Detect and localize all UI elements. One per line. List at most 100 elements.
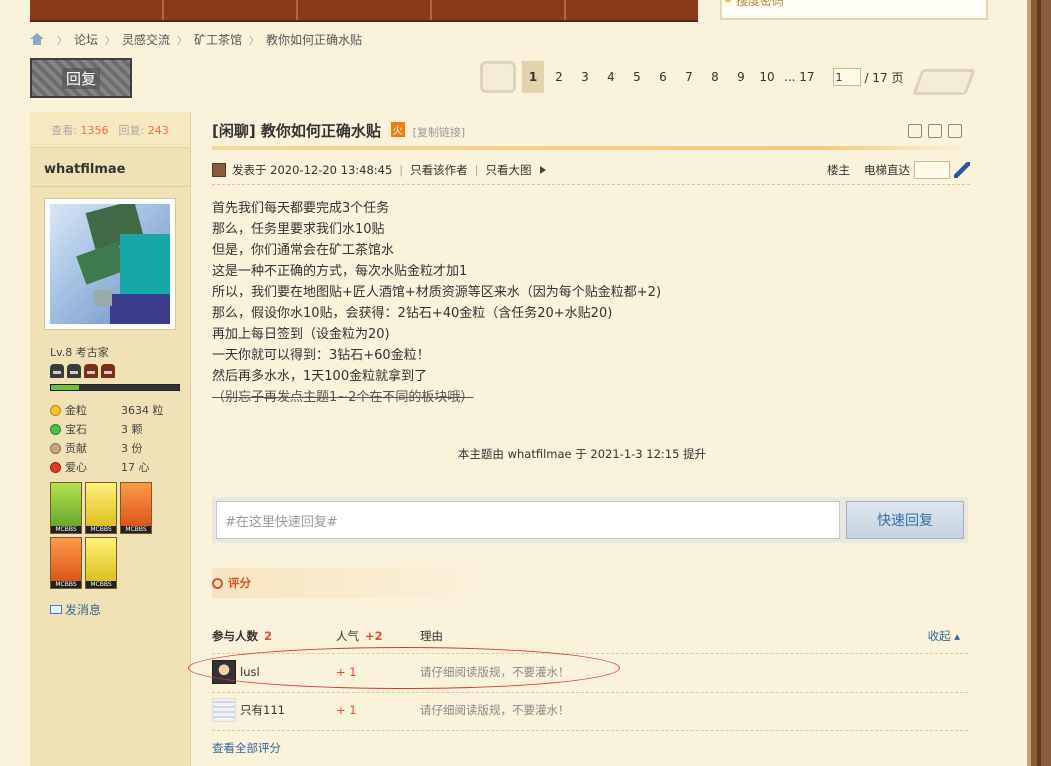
user-level[interactable]: Lv.8 考古家 (50, 344, 109, 360)
home-icon[interactable] (30, 33, 44, 45)
rank-icons (50, 364, 115, 378)
thread-title-row: [闲聊] 教你如何正确水贴 火 [复制链接] (212, 120, 970, 148)
avatar[interactable] (44, 198, 176, 330)
page-link[interactable]: 5 (626, 61, 648, 93)
big-image-link[interactable]: 只看大图 (486, 162, 532, 178)
replies-label: 回复: (118, 123, 145, 137)
send-message-link[interactable]: 发消息 (50, 601, 101, 618)
credit-label: 宝石 (65, 423, 87, 436)
nav-tab-5[interactable] (566, 0, 698, 20)
rating-divider (212, 730, 968, 731)
page-frame-right (1027, 0, 1051, 766)
rating-divider (212, 692, 968, 693)
collapse-rating-link[interactable]: 收起 ▴ (928, 628, 960, 644)
post-meta: 发表于 2020-12-20 13:48:45 | 只看该作者 | 只看大图 楼… (212, 158, 970, 182)
replies-stat: 回复: 243 (119, 122, 169, 138)
page-back-icon[interactable] (480, 61, 516, 93)
rater-name[interactable]: 只有111 (240, 702, 336, 718)
credit-value: 3 颗 (121, 423, 143, 436)
breadcrumb-inspiration[interactable]: 灵感交流 (122, 31, 170, 48)
contribution-icon (50, 442, 61, 454)
participants-label: 参与人数 (212, 629, 258, 643)
page-link[interactable]: 6 (652, 61, 674, 93)
page-link[interactable]: 2 (548, 61, 570, 93)
previous-thread-icon[interactable] (928, 124, 942, 138)
title-underline (212, 146, 970, 150)
title-tools (908, 124, 962, 138)
user-status-icon (212, 163, 226, 177)
meta-right: 楼主 电梯直达 (827, 158, 970, 182)
jump-label: 电梯直达 (864, 163, 910, 177)
rater-avatar[interactable] (212, 698, 236, 722)
medal[interactable]: MCBBS (120, 482, 152, 534)
rating-columns: 参与人数 2 人气 +2 理由 收起 ▴ (212, 628, 968, 648)
credit-label: 贡献 (65, 442, 87, 455)
bump-note: 本主题由 whatfilmae 于 2021-1-3 12:15 提升 (457, 447, 707, 461)
post-line: 再加上每日签到（设金粒为20) (212, 327, 390, 342)
page-link[interactable]: 4 (600, 61, 622, 93)
page-link[interactable]: 7 (678, 61, 700, 93)
breadcrumb-forum[interactable]: 论坛 (74, 31, 98, 48)
nav-tab-3[interactable] (298, 0, 432, 20)
thread-stats: 查看: 1356 回复: 243 (30, 112, 190, 148)
page-link[interactable]: 3 (574, 61, 596, 93)
medal-label: MCBBS (86, 526, 116, 533)
nav-tab-4[interactable] (432, 0, 566, 20)
reply-button[interactable]: 回复 (30, 58, 132, 98)
divider (30, 186, 190, 187)
page-total: / 17 页 (864, 70, 904, 85)
medal[interactable]: MCBBS (50, 537, 82, 589)
play-triangle-icon[interactable] (539, 166, 546, 174)
page-number-input[interactable]: 1 (832, 68, 861, 86)
rating-circle-icon (212, 577, 223, 589)
credit-label: 爱心 (65, 461, 87, 474)
helmet-icon (67, 364, 81, 378)
only-author-link[interactable]: 只看该作者 (410, 162, 468, 178)
medal[interactable]: MCBBS (85, 537, 117, 589)
quick-reply-input[interactable]: #在这里快速回复# (216, 501, 840, 539)
rating-title: 评分 (228, 576, 251, 590)
return-list-icon[interactable] (917, 61, 969, 93)
page-link[interactable]: 8 (704, 61, 726, 93)
quick-reply-button[interactable]: 快速回复 (846, 501, 964, 539)
breadcrumb-thread[interactable]: 教你如何正确水贴 (266, 31, 362, 48)
breadcrumb-teahouse[interactable]: 矿工茶馆 (194, 31, 242, 48)
page-link[interactable]: 9 (730, 61, 752, 93)
nav-tab-2[interactable] (164, 0, 298, 20)
credit-value: 3 份 (121, 442, 143, 455)
meta-divider (212, 184, 970, 185)
post-line-strikethrough: （别忘子再发点主题1~2个在不同的板块哦） (212, 390, 474, 405)
breadcrumb: 〉 论坛 〉 灵感交流 〉 矿工茶馆 〉 教你如何正确水贴 (30, 31, 362, 47)
credit-gem: 宝石 3 颗 (50, 421, 143, 437)
page-link[interactable]: 10 (756, 61, 778, 93)
copy-link-button[interactable]: [复制链接] (413, 126, 466, 139)
credit-value: 17 心 (121, 461, 150, 474)
top-search-box[interactable]: 搜度密码 (720, 0, 988, 20)
quick-reply-bar: #在这里快速回复# 快速回复 (212, 497, 968, 543)
replies-count: 243 (147, 123, 169, 137)
view-all-ratings-link[interactable]: 查看全部评分 (212, 740, 281, 756)
gem-icon (50, 423, 61, 435)
helmet-icon (50, 364, 64, 378)
author-username[interactable]: whatfilmae (44, 162, 190, 177)
page-link-current[interactable]: 1 (522, 61, 544, 93)
popularity-value: +2 (365, 629, 383, 643)
breadcrumb-separator: 〉 (177, 35, 188, 47)
apple-icon (50, 461, 61, 473)
post-line: 然后再多水水，1天100金粒就拿到了 (212, 369, 428, 384)
next-thread-icon[interactable] (948, 124, 962, 138)
rating-header: 评分 (212, 568, 482, 598)
post-line: 那么，任务里要求我们水10贴 (212, 222, 385, 237)
print-icon[interactable] (908, 124, 922, 138)
jump-floor-input[interactable] (914, 161, 950, 179)
page-link-last[interactable]: ... 17 (782, 61, 817, 93)
medal[interactable]: MCBBS (50, 482, 82, 534)
post-line: 一天你就可以得到：3钻石+60金粒！ (212, 348, 430, 363)
post-line: 那么，假设你水10贴，会获得：2钻石+40金粒（含任务20+水贴20) (212, 306, 613, 321)
nav-tab-1[interactable] (30, 0, 164, 20)
medal[interactable]: MCBBS (85, 482, 117, 534)
credit-love: 爱心 17 心 (50, 459, 150, 475)
annotation-red-oval (188, 647, 620, 689)
jump-go-icon[interactable] (954, 162, 970, 178)
popularity-column: 人气 +2 (336, 628, 383, 644)
